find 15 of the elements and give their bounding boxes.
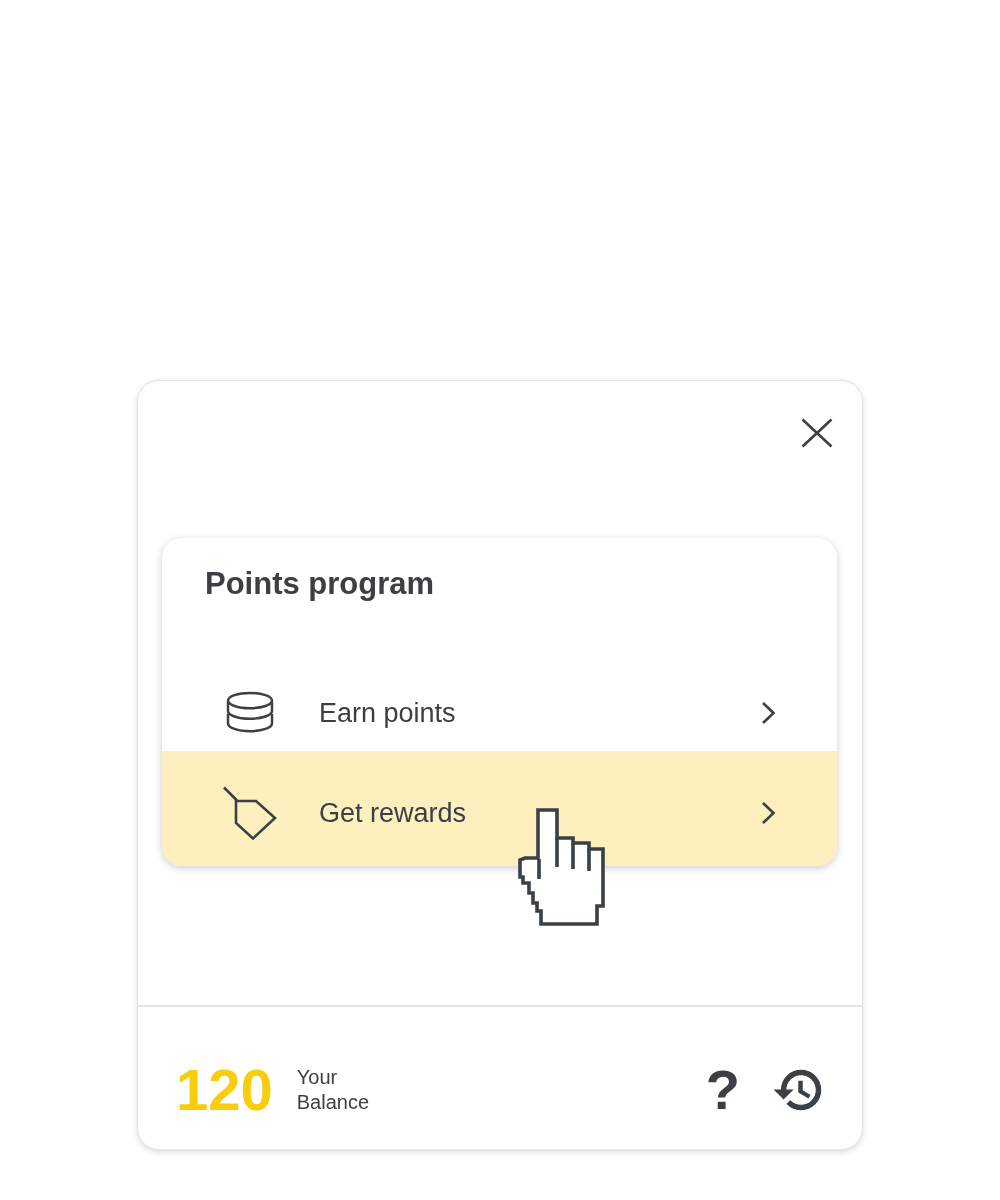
close-icon xyxy=(801,418,833,448)
history-button[interactable] xyxy=(774,1069,822,1111)
history-icon xyxy=(774,1069,822,1111)
tag-icon xyxy=(222,785,278,841)
menu-title: Points program xyxy=(204,565,436,602)
balance-value: 120 xyxy=(176,1061,273,1119)
balance-label: Your Balance xyxy=(296,1065,370,1115)
menu-item[interactable]: Get rewards xyxy=(162,751,837,866)
close-button[interactable] xyxy=(801,418,833,448)
chevron-right-icon xyxy=(761,801,776,825)
coin-stack-icon xyxy=(224,691,276,735)
chevron-right-icon xyxy=(761,701,776,725)
help-button[interactable]: ? xyxy=(705,1066,740,1114)
hand-cursor-icon xyxy=(517,807,607,927)
menu-item[interactable]: Earn points xyxy=(162,675,837,751)
